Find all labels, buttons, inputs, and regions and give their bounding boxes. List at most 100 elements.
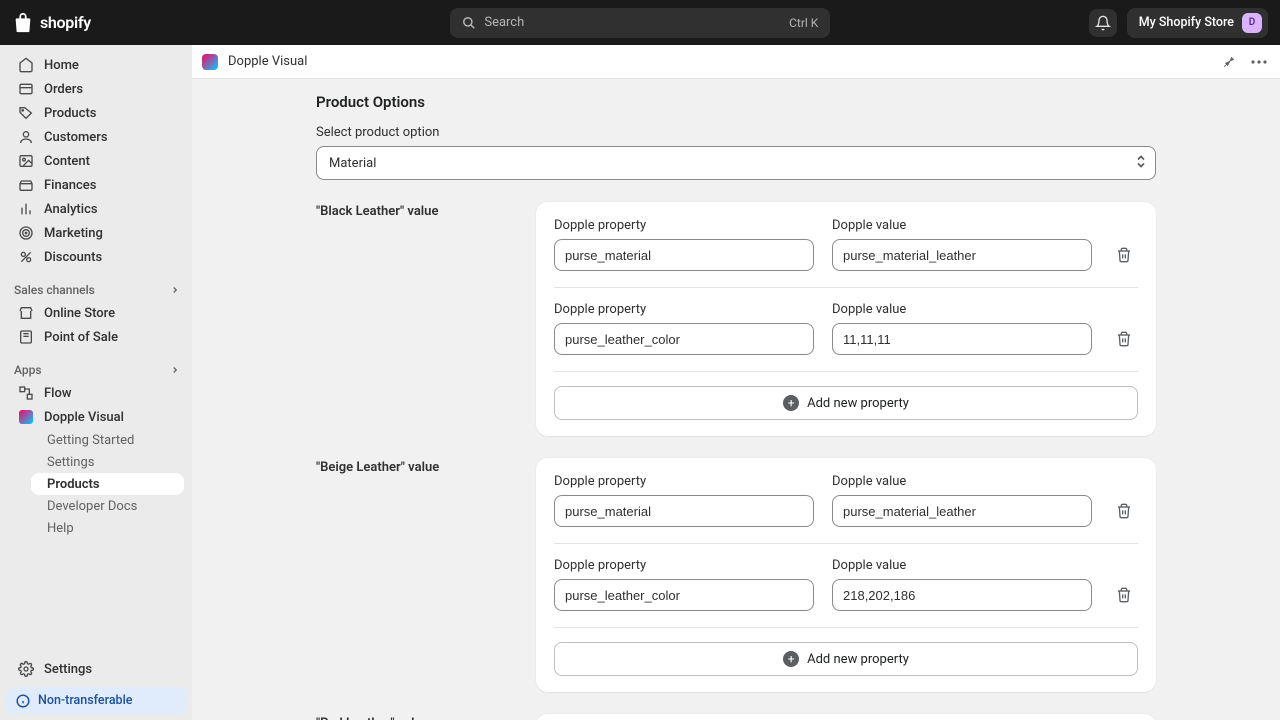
- option-value-title: "Black Leather" value: [316, 202, 516, 219]
- search-placeholder: Search: [484, 15, 781, 30]
- store-icon: [18, 305, 34, 321]
- sidebar-item-discounts[interactable]: Discounts: [6, 245, 186, 269]
- sidebar-item-marketing[interactable]: Marketing: [6, 221, 186, 245]
- value-input[interactable]: [832, 323, 1092, 355]
- store-switcher[interactable]: My Shopify Store D: [1127, 8, 1268, 38]
- shopify-logo[interactable]: shopify: [12, 12, 192, 34]
- sidebar-item-orders[interactable]: Orders: [6, 77, 186, 101]
- sidebar-item-dopple-visual[interactable]: Dopple Visual: [6, 405, 186, 429]
- search-icon: [462, 16, 476, 30]
- property-input[interactable]: [554, 579, 814, 611]
- sidebar-item-online-store[interactable]: Online Store: [6, 301, 186, 325]
- property-card: Dopple propertyDopple value: [536, 714, 1156, 720]
- product-option-select[interactable]: Material: [316, 146, 1156, 180]
- apps-header[interactable]: Apps: [0, 357, 192, 381]
- plus-circle-icon: +: [783, 395, 799, 411]
- sidebar-item-flow[interactable]: Flow: [6, 381, 186, 405]
- option-value-row: "Red Leather" value Dopple propertyDopple…: [316, 714, 1156, 720]
- sales-channels-header[interactable]: Sales channels: [0, 277, 192, 301]
- dots-icon: [1251, 60, 1267, 64]
- option-value-title: "Red Leather" value: [316, 714, 516, 720]
- topbar: shopify Search Ctrl K My Shopify Store D: [0, 0, 1280, 45]
- sidebar-item-point-of-sale[interactable]: Point of Sale: [6, 325, 186, 349]
- shopify-bag-icon: [12, 12, 34, 34]
- flow-icon: [18, 385, 34, 401]
- bell-icon: [1095, 15, 1111, 31]
- subnav-help[interactable]: Help: [31, 517, 184, 539]
- subnav-developer-docs[interactable]: Developer Docs: [31, 495, 184, 517]
- chevron-right-icon: [170, 365, 180, 375]
- app-header: Dopple Visual: [192, 45, 1280, 79]
- notifications-button[interactable]: [1089, 9, 1117, 37]
- subnav-products[interactable]: Products: [31, 473, 184, 495]
- plus-circle-icon: +: [783, 651, 799, 667]
- shopify-wordmark: shopify: [40, 13, 91, 32]
- content-icon: [18, 153, 34, 169]
- sidebar: HomeOrdersProductsCustomersContentFinanc…: [0, 45, 192, 720]
- pin-icon: [1222, 55, 1236, 69]
- property-card: Dopple property Dopple value Dopple proper…: [536, 458, 1156, 692]
- sidebar-item-home[interactable]: Home: [6, 53, 186, 77]
- dopple-app-icon: [202, 54, 218, 70]
- search-shortcut: Ctrl K: [789, 16, 818, 30]
- subnav-getting-started[interactable]: Getting Started: [31, 429, 184, 451]
- sidebar-item-finances[interactable]: Finances: [6, 173, 186, 197]
- home-icon: [18, 57, 34, 73]
- property-input[interactable]: [554, 495, 814, 527]
- main-content: Product Options Select product option Ma…: [192, 79, 1280, 720]
- delete-property-button[interactable]: [1110, 323, 1138, 355]
- option-value-row: "Black Leather" valueDopple propertyDopp…: [316, 202, 1156, 436]
- property-label: Dopple property: [554, 474, 814, 489]
- analytics-icon: [18, 201, 34, 217]
- trash-icon: [1116, 331, 1132, 347]
- property-label: Dopple property: [554, 218, 814, 233]
- store-name: My Shopify Store: [1139, 15, 1234, 30]
- trash-icon: [1116, 503, 1132, 519]
- pin-button[interactable]: [1218, 51, 1240, 73]
- property-label: Dopple property: [554, 558, 814, 573]
- search-input[interactable]: Search Ctrl K: [450, 8, 830, 38]
- sidebar-item-products[interactable]: Products: [6, 101, 186, 125]
- option-value-row: "Beige Leather" valueDopple propertyDopp…: [316, 458, 1156, 692]
- chevron-right-icon: [170, 285, 180, 295]
- sidebar-item-analytics[interactable]: Analytics: [6, 197, 186, 221]
- orders-icon: [18, 81, 34, 97]
- section-title: Product Options: [316, 93, 1156, 111]
- value-input[interactable]: [832, 495, 1092, 527]
- finances-icon: [18, 177, 34, 193]
- add-property-button[interactable]: +Add new property: [554, 642, 1138, 676]
- customers-icon: [18, 129, 34, 145]
- add-property-button[interactable]: +Add new property: [554, 386, 1138, 420]
- value-label: Dopple value: [832, 218, 1092, 233]
- app-title: Dopple Visual: [228, 54, 307, 69]
- sidebar-settings[interactable]: Settings: [6, 657, 186, 681]
- info-icon: [16, 694, 30, 708]
- sidebar-item-customers[interactable]: Customers: [6, 125, 186, 149]
- pos-icon: [18, 329, 34, 345]
- property-label: Dopple property: [554, 302, 814, 317]
- delete-property-button[interactable]: [1110, 579, 1138, 611]
- non-transferable-banner[interactable]: Non-transferable: [6, 687, 186, 714]
- trash-icon: [1116, 247, 1132, 263]
- value-label: Dopple value: [832, 558, 1092, 573]
- value-label: Dopple value: [832, 474, 1092, 489]
- delete-property-button[interactable]: [1110, 495, 1138, 527]
- gear-icon: [18, 661, 34, 677]
- settings-label: Settings: [44, 662, 92, 677]
- property-input[interactable]: [554, 239, 814, 271]
- products-icon: [18, 105, 34, 121]
- sidebar-item-content[interactable]: Content: [6, 149, 186, 173]
- property-input[interactable]: [554, 323, 814, 355]
- property-card: Dopple property Dopple value Dopple proper…: [536, 202, 1156, 436]
- value-input[interactable]: [832, 579, 1092, 611]
- subnav-settings[interactable]: Settings: [31, 451, 184, 473]
- discounts-icon: [18, 249, 34, 265]
- delete-property-button[interactable]: [1110, 239, 1138, 271]
- value-label: Dopple value: [832, 302, 1092, 317]
- more-button[interactable]: [1248, 51, 1270, 73]
- marketing-icon: [18, 225, 34, 241]
- value-input[interactable]: [832, 239, 1092, 271]
- avatar: D: [1242, 13, 1262, 33]
- select-label: Select product option: [316, 125, 1156, 140]
- option-value-title: "Beige Leather" value: [316, 458, 516, 475]
